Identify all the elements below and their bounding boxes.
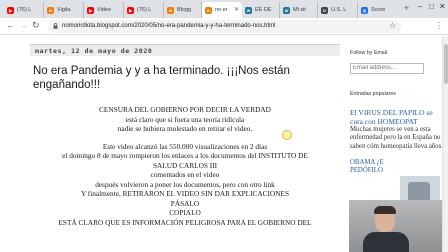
post-date: martes, 12 de mayo de 2020 bbox=[30, 44, 340, 56]
bookmark-star-icon[interactable]: ☆ bbox=[389, 21, 396, 30]
blogger-icon: B bbox=[205, 6, 212, 14]
tab-label: Blogg bbox=[177, 7, 192, 13]
body-line: está claro que si fuera una teoría ridíc… bbox=[125, 114, 245, 124]
presenter-body bbox=[363, 232, 409, 252]
tab-label: EE DE bbox=[255, 7, 272, 13]
tab-10[interactable]: ◎ Score bbox=[358, 2, 400, 18]
body-line: comentados en el video bbox=[150, 170, 220, 179]
blogger-icon: B bbox=[167, 6, 174, 14]
site-icon: D bbox=[321, 6, 328, 14]
body-line: Este video alcanzó las 550.000 visualiza… bbox=[102, 141, 268, 151]
window-close-icon[interactable]: ✕ bbox=[439, 2, 446, 11]
presenter-hair bbox=[374, 206, 396, 214]
tab-strip: ▶ (76) L B Vigila ▶ Video ▶ (76) L B Blo… bbox=[0, 0, 448, 18]
mouse-cursor-highlight bbox=[282, 130, 292, 140]
body-line: SALUD CARLOS III bbox=[152, 160, 218, 170]
body-line: después volvieron a poner los documentos… bbox=[95, 179, 275, 189]
reload-icon[interactable]: ↻ bbox=[32, 20, 40, 31]
body-line: PÁSALO bbox=[170, 198, 200, 208]
tab-5[interactable]: B Blogg bbox=[164, 2, 202, 18]
youtube-icon: ▶ bbox=[127, 6, 134, 14]
blog-post: martes, 12 de mayo de 2020 No era Pandem… bbox=[30, 44, 340, 227]
popular-post-snippet: Muchas mujeres se ven a esta enfermedad … bbox=[350, 126, 442, 150]
body-line: COPIALO bbox=[169, 208, 201, 217]
wordpress-icon: W bbox=[245, 6, 252, 14]
tab-1[interactable]: ▶ (76) L bbox=[4, 2, 44, 18]
browser-menu-icon[interactable]: ⋮ bbox=[435, 21, 443, 30]
popular-post-link-2[interactable]: OBAMA ¿E PEDÓFILO bbox=[350, 159, 396, 175]
wordpress-icon: W bbox=[283, 6, 290, 14]
popular-heading: Entradas populares bbox=[350, 91, 396, 97]
post-body: CENSURA DEL GOBIERNO POR DECIR LA VERDAD… bbox=[30, 105, 340, 227]
tab-active[interactable]: B no er ✕ bbox=[202, 2, 242, 18]
tab-9[interactable]: D U.S. L bbox=[318, 2, 358, 18]
tab-label: Score bbox=[371, 7, 386, 13]
youtube-icon: ▶ bbox=[87, 6, 94, 14]
tab-2[interactable]: B Vigila bbox=[44, 2, 84, 18]
tab-7[interactable]: W EE DE bbox=[242, 2, 280, 18]
tab-label: Vigila bbox=[57, 7, 71, 13]
blogger-icon: B bbox=[47, 6, 54, 14]
close-icon[interactable]: ✕ bbox=[234, 6, 239, 13]
browser-toolbar: ← → ↻ nomorirdiota.blogspot.com/2020/05/… bbox=[0, 18, 448, 35]
webcam-overlay bbox=[349, 200, 442, 252]
body-line: CENSURA DEL GOBIERNO POR DECIR LA VERDAD bbox=[99, 105, 271, 114]
maximize-icon[interactable]: □ bbox=[429, 2, 434, 11]
tab-label: no er bbox=[215, 7, 228, 13]
minimize-icon[interactable]: – bbox=[418, 2, 422, 11]
follow-heading: Follow by Email bbox=[350, 50, 388, 56]
tab-label: (76) L bbox=[17, 7, 32, 13]
page-scrollbar[interactable] bbox=[442, 36, 448, 252]
body-line: Y finalmente, RETIRARON EL VIDEO SIN DAR… bbox=[80, 189, 290, 198]
tab-8[interactable]: W Mi sit bbox=[280, 2, 318, 18]
body-line: nadie se hubiera molestado en retirar el… bbox=[117, 124, 253, 133]
tab-label: (76) L bbox=[137, 7, 152, 13]
tab-3[interactable]: ▶ Video bbox=[84, 2, 124, 18]
tab-4[interactable]: ▶ (76) L bbox=[124, 2, 164, 18]
forward-icon[interactable]: → bbox=[19, 20, 28, 30]
scrollbar-thumb[interactable] bbox=[444, 44, 448, 84]
back-icon[interactable]: ← bbox=[6, 20, 15, 30]
tab-label: U.S. L bbox=[331, 7, 347, 13]
tab-label: Mi sit bbox=[293, 7, 306, 13]
tab-label: Video bbox=[97, 7, 111, 13]
globe-icon: ◎ bbox=[361, 6, 368, 14]
popular-post-link[interactable]: El VIRUS DEL PAPILO se cura con HOMEOPAT bbox=[350, 108, 442, 126]
new-tab-button[interactable]: + bbox=[404, 3, 409, 13]
youtube-icon: ▶ bbox=[7, 6, 14, 14]
email-input[interactable] bbox=[350, 62, 424, 74]
body-line: ESTÁ CLARO QUE ES INFORMACIÓN PELIGROSA … bbox=[58, 217, 312, 227]
post-title[interactable]: No era Pandemia y y a ha terminado. ¡¡¡N… bbox=[30, 64, 340, 92]
url-text: nomorirdiota.blogspot.com/2020/05/no-era… bbox=[62, 23, 276, 29]
lock-icon bbox=[53, 23, 58, 29]
body-line: el domingo 8 de mayo rompieron los enlac… bbox=[62, 151, 308, 160]
address-bar[interactable]: nomorirdiota.blogspot.com/2020/05/no-era… bbox=[48, 20, 402, 33]
